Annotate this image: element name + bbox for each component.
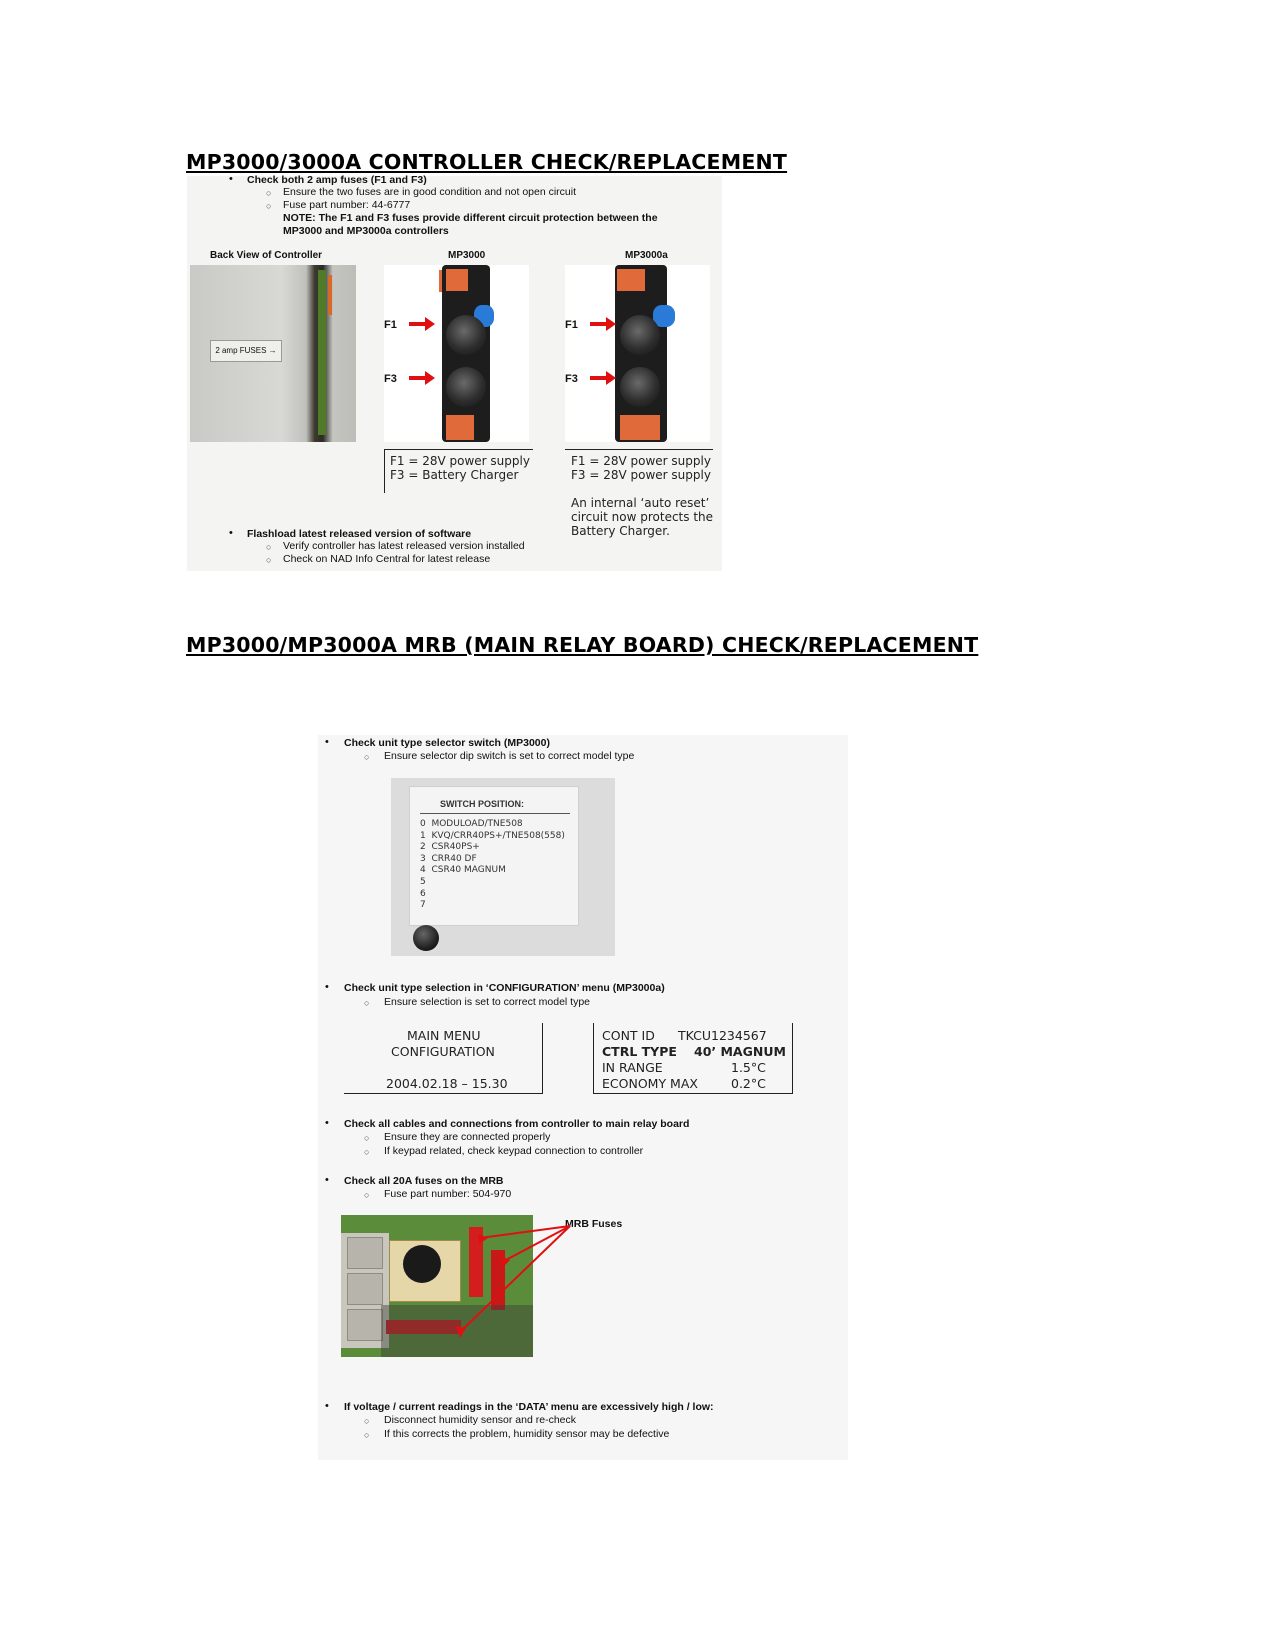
fuse-f1-cap <box>620 315 660 355</box>
mp3000-fuse-photo <box>384 265 529 442</box>
mp3000a-note-2: circuit now protects the <box>571 510 714 524</box>
cfg-ctrltype-label: CTRL TYPE <box>602 1044 677 1059</box>
bullet-dot: • <box>325 1117 329 1129</box>
section1-title: MP3000/3000A CONTROLLER CHECK/REPLACEMEN… <box>186 150 788 174</box>
sub-bullet-circle: ○ <box>364 998 370 1008</box>
menu-line-datetime: 2004.02.18 – 15.30 <box>386 1076 508 1091</box>
bullet-dot: • <box>325 736 329 748</box>
sub-config-selection: Ensure selection is set to correct model… <box>384 996 591 1008</box>
sub-bullet-circle: ○ <box>266 542 272 552</box>
arrow-f3 <box>590 371 616 385</box>
mp3000a-f3-label: F3 <box>565 373 578 385</box>
sub-bullet-circle: ○ <box>266 188 272 198</box>
orange-strip <box>328 275 332 315</box>
bullet-dot: • <box>325 981 329 993</box>
sub-humidity-defective: If this corrects the problem, humidity s… <box>384 1428 670 1440</box>
sub-bullet-circle: ○ <box>364 1147 370 1157</box>
fuse-sign-text: 2 amp FUSES <box>215 346 267 355</box>
bullet-20a-fuses: Check all 20A fuses on the MRB <box>344 1175 504 1187</box>
switch-header-rule <box>420 813 570 814</box>
sub-fuse-part: Fuse part number: 44-6777 <box>283 199 411 211</box>
top-connector <box>617 269 645 291</box>
fuse-f3-cap <box>446 367 486 407</box>
bullet-dot: • <box>229 527 233 539</box>
caption-mp3000a: MP3000a <box>625 250 668 261</box>
bottom-connector <box>620 415 660 440</box>
sub-connected-properly: Ensure they are connected properly <box>384 1131 551 1143</box>
mp3000-f1-label: F1 <box>384 319 397 331</box>
sub-mrb-fuse-part: Fuse part number: 504-970 <box>384 1188 512 1200</box>
cfg-contid-label: CONT ID <box>602 1028 655 1043</box>
note-line-2: MP3000 and MP3000a controllers <box>283 225 449 237</box>
mp3000a-note-3: Battery Charger. <box>571 524 670 538</box>
bullet-selector-switch: Check unit type selector switch (MP3000) <box>344 737 550 749</box>
mp3000a-note-1: An internal ‘auto reset’ <box>571 496 710 510</box>
bullet-dot: • <box>325 1400 329 1412</box>
sub-bullet-circle: ○ <box>266 555 272 565</box>
fuse-f3-cap <box>620 367 660 407</box>
mp3000a-callout: F1 = 28V power supply F3 = 28V power sup… <box>571 454 713 538</box>
bullet-voltage-readings: If voltage / current readings in the ‘DA… <box>344 1401 714 1413</box>
sub-bullet-circle: ○ <box>364 1416 370 1426</box>
menu-line-config: CONFIGURATION <box>391 1044 495 1059</box>
controller-back-photo: 2 amp FUSES → <box>190 265 356 442</box>
sub-bullet-circle: ○ <box>266 201 272 211</box>
cfg-inrange-label: IN RANGE <box>602 1060 663 1075</box>
configuration-display: CONT ID TKCU1234567 CTRL TYPE 40’ MAGNUM… <box>593 1023 793 1094</box>
mp3000a-f1-desc: F1 = 28V power supply <box>571 454 711 468</box>
arrow-f3 <box>409 371 435 385</box>
relay-block <box>347 1237 383 1269</box>
arrow-f1 <box>590 317 616 331</box>
mp3000a-f1-label: F1 <box>565 319 578 331</box>
caption-mp3000: MP3000 <box>448 250 486 261</box>
relay-block <box>347 1309 383 1341</box>
fuse-f1-cap <box>446 315 486 355</box>
fuse-sign: 2 amp FUSES → <box>210 340 282 362</box>
sub-bullet-circle: ○ <box>364 1133 370 1143</box>
menu-line-main: MAIN MENU <box>407 1028 481 1043</box>
mp3000-f3-label: F3 <box>384 373 397 385</box>
bottom-connector <box>446 415 474 440</box>
knob <box>413 925 439 951</box>
switch-positions-list: 0 MODULOAD/TNE508 1 KVQ/CRR40PS+/TNE508(… <box>420 819 565 911</box>
mrb-fuse-arrows <box>456 1225 571 1338</box>
sub-keypad: If keypad related, check keypad connecti… <box>384 1145 644 1157</box>
relay-block <box>347 1273 383 1305</box>
bullet-dot: • <box>325 1174 329 1186</box>
note-line-1: NOTE: The F1 and F3 fuses provide differ… <box>283 212 658 224</box>
mp3000a-f3-desc: F3 = 28V power supply <box>571 468 711 482</box>
section2-title: MP3000/MP3000A MRB (MAIN RELAY BOARD) CH… <box>186 633 979 657</box>
cfg-economy-value: 0.2°C <box>731 1076 766 1091</box>
bullet-cables: Check all cables and connections from co… <box>344 1118 690 1130</box>
cfg-economy-label: ECONOMY MAX <box>602 1076 698 1091</box>
top-connector-tab <box>446 269 468 291</box>
sub-verify-version: Verify controller has latest released ve… <box>283 540 525 552</box>
cfg-contid-value: TKCU1234567 <box>678 1028 767 1043</box>
bullet-dot: • <box>229 173 233 185</box>
sub-disconnect-humidity: Disconnect humidity sensor and re-check <box>384 1414 577 1426</box>
cfg-ctrltype-value: 40’ MAGNUM <box>694 1044 786 1059</box>
mp3000-callout: F1 = 28V power supply F3 = Battery Charg… <box>390 454 530 482</box>
arrow-f1 <box>409 317 435 331</box>
switch-header: SWITCH POSITION: <box>440 799 524 809</box>
sub-fuse-condition: Ensure the two fuses are in good conditi… <box>283 186 577 198</box>
switch-label-plate: SWITCH POSITION: 0 MODULOAD/TNE508 1 KVQ… <box>409 786 579 926</box>
green-board <box>318 270 326 435</box>
sub-dip-switch: Ensure selector dip switch is set to cor… <box>384 750 635 762</box>
bullet-flashload: Flashload latest released version of sof… <box>247 528 472 540</box>
bullet-config-menu: Check unit type selection in ‘CONFIGURAT… <box>344 982 665 994</box>
mp3000a-fuse-photo <box>565 265 710 442</box>
mp3000a-callout-bracket <box>565 449 713 450</box>
cfg-inrange-value: 1.5°C <box>731 1060 766 1075</box>
sub-bullet-circle: ○ <box>364 752 370 762</box>
mp3000-f1-desc: F1 = 28V power supply <box>390 454 530 468</box>
sub-nad-info: Check on NAD Info Central for latest rel… <box>283 553 491 565</box>
main-menu-display: MAIN MENU CONFIGURATION 2004.02.18 – 15.… <box>344 1023 543 1094</box>
caption-back-view: Back View of Controller <box>210 250 323 261</box>
mp3000-f3-desc: F3 = Battery Charger <box>390 468 519 482</box>
sub-bullet-circle: ○ <box>364 1190 370 1200</box>
bullet-check-fuses: Check both 2 amp fuses (F1 and F3) <box>247 174 427 186</box>
switch-position-photo: SWITCH POSITION: 0 MODULOAD/TNE508 1 KVQ… <box>391 778 615 956</box>
sub-bullet-circle: ○ <box>364 1430 370 1440</box>
